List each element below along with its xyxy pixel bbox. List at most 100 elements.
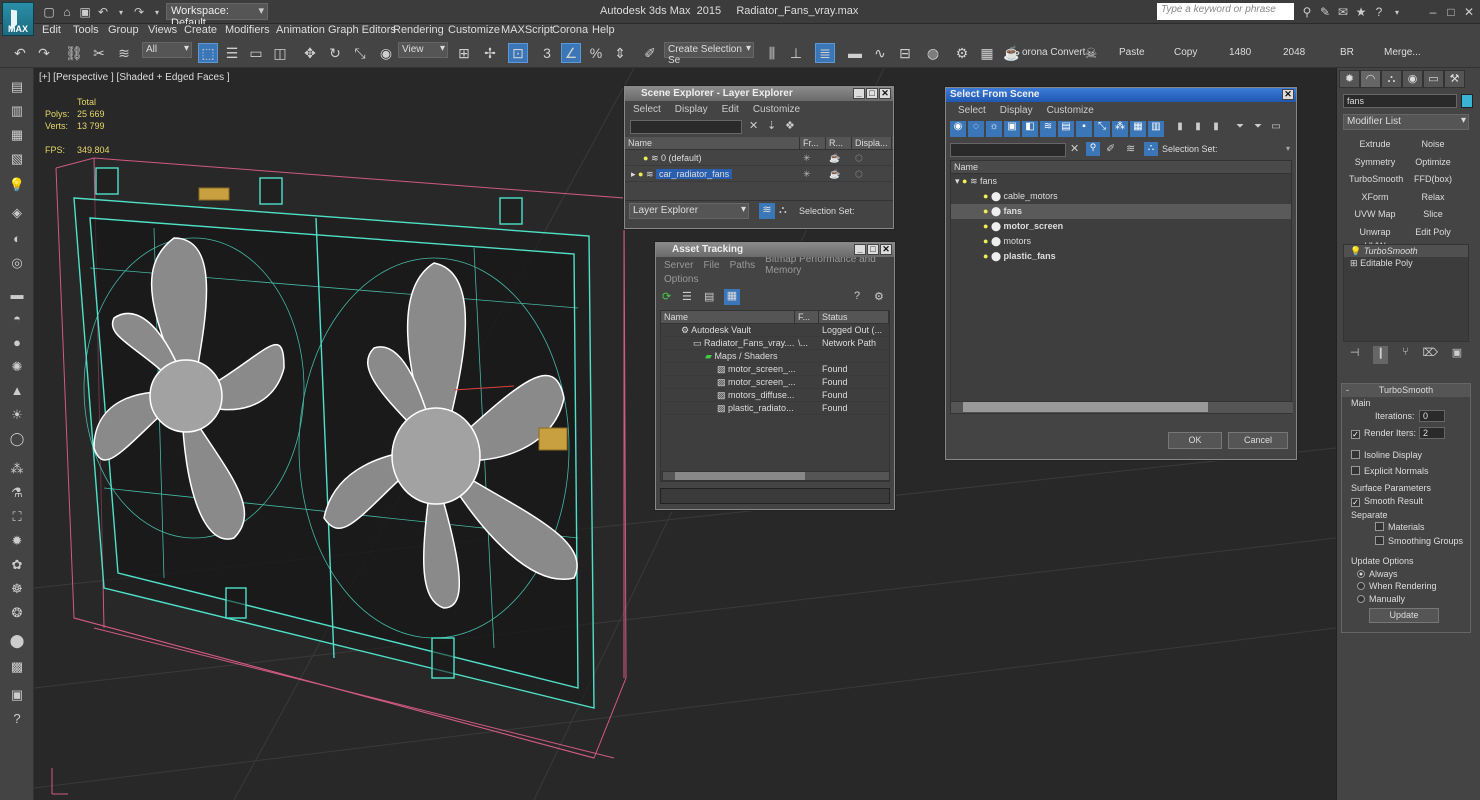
hierarchy-tab-icon[interactable]: ⛬ [1381,70,1402,88]
menu-paths[interactable]: Paths [730,260,756,271]
display-none-icon[interactable]: ▮ [1190,121,1206,137]
horizontal-scrollbar[interactable] [951,401,1293,413]
object-color-swatch[interactable] [1461,94,1473,108]
selection-filter-dropdown[interactable]: All [142,42,192,58]
display-all-icon[interactable]: ▮ [1172,121,1188,137]
asset-row-motor-screen-1[interactable]: ▨ motor_screen_... Found [661,363,889,376]
menu-animation[interactable]: Animation [276,24,325,36]
height-value-button[interactable]: 2048 [1283,47,1305,58]
tool-icon-16[interactable]: ⁂ [8,460,26,478]
tool-icon-2[interactable]: ▥ [8,102,26,120]
layer-add-icon[interactable]: ❖ [785,119,795,132]
mod-button-symmetry[interactable]: Symmetry [1349,155,1401,169]
close-icon[interactable]: ✕ [880,244,892,255]
highlight-icon[interactable]: ✐ [1106,142,1115,155]
cone-icon[interactable]: ▲ [8,382,26,400]
when-rendering-radio-row[interactable]: When Rendering [1357,581,1437,591]
render-teapot-icon[interactable]: ☕ [826,166,852,181]
tree-item-cable-motors[interactable]: ● ⬤ cable_motors [951,189,1291,204]
sun-icon[interactable]: ☀ [8,406,26,424]
mod-button-turbosmooth[interactable]: TurboSmooth [1349,172,1403,186]
menu-options[interactable]: Options [664,274,698,285]
layer-stack-icon[interactable]: ≋ [1126,142,1135,155]
selection-set-label[interactable]: Selection Set: [799,206,855,216]
render-iters-checkbox-row[interactable]: ✓ Render Iters: [1351,428,1416,439]
table-view-icon[interactable]: ▦ [724,289,740,305]
make-unique-icon[interactable]: ⑂ [1402,346,1409,364]
tree-item-fans[interactable]: ● ⬤ fans [951,204,1291,219]
settings-icon[interactable]: ⚙ [874,290,884,303]
light-bulb-icon[interactable]: ● [983,236,988,246]
minimize-icon[interactable]: _ [854,244,866,255]
open-file-icon[interactable]: ⌂ [58,3,76,21]
redo-icon[interactable]: ↷ [34,43,54,63]
display-tab-icon[interactable]: ▭ [1423,70,1444,88]
tool-icon-3[interactable]: ▦ [8,126,26,144]
freeze-icon[interactable]: ✳ [800,150,826,165]
new-file-icon[interactable]: ▢ [40,3,58,21]
scene-explorer-search-input[interactable] [630,120,742,134]
explorer-type-dropdown[interactable]: Layer Explorer [629,203,749,219]
viewport-label[interactable]: [+] [Perspective ] [Shaded + Edged Faces… [39,72,230,83]
link-icon[interactable]: ⛓ [64,43,84,63]
close-icon[interactable]: ✕ [1460,3,1478,21]
menu-help[interactable]: Help [592,24,615,36]
display-box-icon[interactable]: ⬡ [852,150,892,165]
render-production-icon[interactable]: ☕ [1002,43,1022,63]
align-icon[interactable]: ⊥ [786,43,806,63]
geometry-filter-icon[interactable]: ◉ [950,121,966,137]
reference-coordinate-dropdown[interactable]: View [398,42,448,58]
tool-icon-17[interactable]: ⚗ [8,484,26,502]
light-bulb-icon[interactable]: ● [983,251,988,261]
tool-icon-23[interactable]: ⬤ [8,632,26,650]
named-selection-dropdown[interactable]: Create Selection Se [664,42,754,66]
place-icon[interactable]: ◉ [376,43,396,63]
subscription-icon[interactable]: ✎ [1316,3,1334,21]
mod-button-edit-poly[interactable]: Edit Poly [1407,225,1459,239]
col-freeze[interactable]: Fr... [800,137,826,149]
menu-create[interactable]: Create [184,24,217,36]
mod-button-noise[interactable]: Noise [1407,137,1459,151]
render-iters-spinner[interactable]: 2 [1419,427,1445,439]
hierarchy-icon[interactable]: ⛬ [779,204,787,217]
rendered-frame-window-icon[interactable]: ▦ [977,43,997,63]
smoothing-groups-checkbox-row[interactable]: Smoothing Groups [1375,536,1463,546]
corona-skull-icon[interactable]: ☠ [1081,43,1101,63]
br-button[interactable]: BR [1340,47,1354,58]
find-case-icon[interactable]: ⚲ [1086,142,1100,156]
workspace-dropdown[interactable]: Workspace: Default [166,3,268,29]
menu-corona[interactable]: Corona [552,24,588,36]
col-name[interactable]: Name [661,311,795,323]
col-name[interactable]: Name [951,161,1291,173]
mirror-icon[interactable]: ⫼ [762,43,782,63]
rectangular-selection-icon[interactable]: ▭ [246,43,266,63]
help-icon[interactable]: ? [1370,3,1388,21]
configure-modifier-sets-icon[interactable]: ▣ [1452,346,1462,364]
mod-button-uvw-map[interactable]: UVW Map [1349,207,1401,221]
tool-icon-26[interactable]: ? [8,710,26,728]
light-bulb-icon[interactable]: ● [643,153,648,163]
tool-icon-22[interactable]: ❂ [8,604,26,622]
tool-icon-19[interactable]: ✹ [8,532,26,550]
rotate-icon[interactable]: ↻ [325,43,345,63]
curve-editor-icon[interactable]: ∿ [870,43,890,63]
menu-tools[interactable]: Tools [73,24,99,36]
list-view-icon[interactable]: ☰ [682,290,692,303]
tree-item-motors[interactable]: ● ⬤ motors [951,234,1291,249]
menu-edit[interactable]: Edit [42,24,61,36]
ok-button[interactable]: OK [1168,432,1222,449]
menu-group[interactable]: Group [108,24,139,36]
menu-edit[interactable]: Edit [722,104,739,115]
pivot-center-icon[interactable]: ⊞ [454,43,474,63]
isoline-checkbox-row[interactable]: Isoline Display [1351,450,1422,460]
always-radio-row[interactable]: Always [1357,569,1398,579]
close-icon[interactable]: ✕ [879,88,891,99]
cancel-button[interactable]: Cancel [1228,432,1288,449]
maximize-icon[interactable]: □ [867,244,879,255]
scale-icon[interactable]: ⤡ [350,43,370,63]
refresh-icon[interactable]: ⟳ [662,290,671,303]
filter-icon[interactable]: ⏷ [1232,121,1248,137]
invert-display-icon[interactable]: ▮ [1208,121,1224,137]
light-bulb-icon[interactable]: 💡 [1350,246,1361,256]
light-bulb-icon[interactable]: ● [983,206,988,216]
